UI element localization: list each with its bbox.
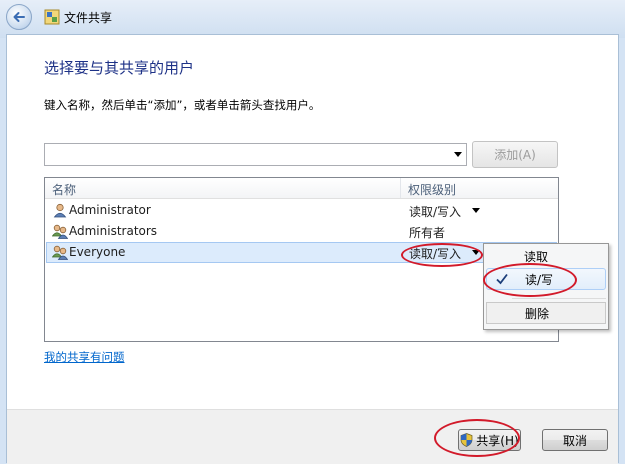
user-group-icon xyxy=(52,245,68,260)
annotation-ellipse xyxy=(483,263,577,297)
list-header: 名称 权限级别 xyxy=(45,178,558,199)
dialog-body: 选择要与其共享的用户 键入名称，然后单击“添加”，或者单击箭头查找用户。 添加(… xyxy=(6,34,619,464)
table-row[interactable]: Administrators 所有者 xyxy=(46,221,557,242)
user-group-icon xyxy=(52,224,68,239)
title-bar: 文件共享 xyxy=(0,0,625,38)
row-user-name: Administrators xyxy=(69,224,158,238)
back-arrow-icon xyxy=(13,12,25,22)
page-title: 选择要与其共享的用户 xyxy=(44,59,195,77)
row-permission[interactable]: 读取/写入 xyxy=(409,203,461,220)
annotation-ellipse xyxy=(401,243,483,267)
menu-divider xyxy=(512,298,606,299)
row-user-name: Everyone xyxy=(69,245,126,259)
user-permission-list[interactable]: 名称 权限级别 Administrator 读取/写入 Administrato… xyxy=(44,177,559,342)
add-button[interactable]: 添加(A) xyxy=(472,141,558,168)
cancel-button[interactable]: 取消 xyxy=(542,429,608,451)
row-user-name: Administrator xyxy=(69,203,151,217)
back-button[interactable] xyxy=(6,4,32,30)
menu-item-remove[interactable]: 删除 xyxy=(486,302,606,324)
column-header-permission[interactable]: 权限级别 xyxy=(408,181,456,198)
user-icon xyxy=(53,203,67,218)
sharing-help-link[interactable]: 我的共享有问题 xyxy=(44,349,125,365)
instruction-text: 键入名称，然后单击“添加”，或者单击箭头查找用户。 xyxy=(44,98,321,112)
table-row[interactable]: Administrator 读取/写入 xyxy=(46,200,557,221)
button-bar: 共享(H) 取消 xyxy=(7,409,618,464)
row-permission: 所有者 xyxy=(409,226,446,240)
user-name-input[interactable] xyxy=(45,144,445,165)
chevron-down-icon[interactable] xyxy=(472,208,480,213)
chevron-down-icon[interactable] xyxy=(454,152,462,157)
column-header-name[interactable]: 名称 xyxy=(52,181,76,198)
file-sharing-icon xyxy=(44,9,60,25)
user-name-combobox[interactable] xyxy=(44,143,467,166)
column-divider xyxy=(400,178,401,198)
window-title: 文件共享 xyxy=(64,11,113,25)
annotation-ellipse xyxy=(434,419,520,457)
